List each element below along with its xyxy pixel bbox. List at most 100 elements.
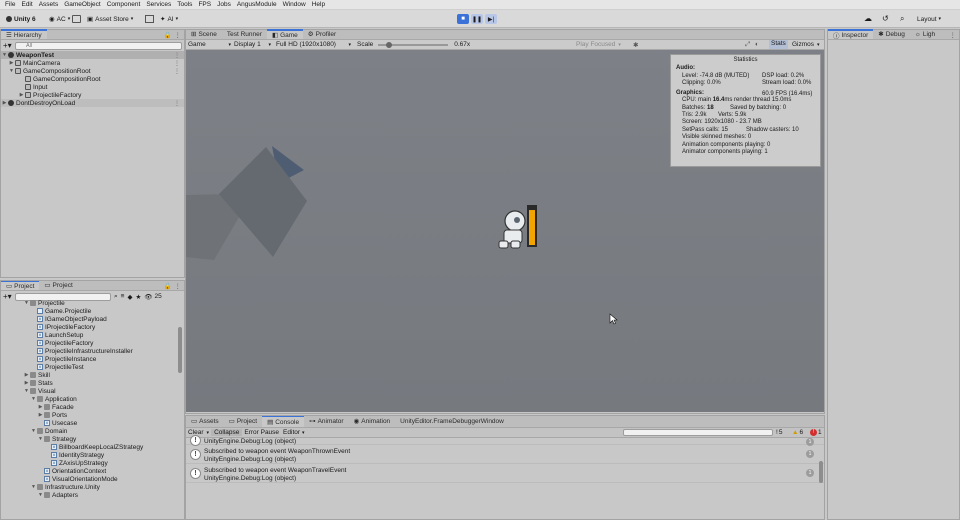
expand-icon[interactable]: ▶ [8,60,15,66]
tree-row-visual[interactable]: ▼ Visual [1,387,184,395]
tree-row-gamecompositionroot[interactable]: ▼ GameCompositionRoot ⋮ [1,67,184,75]
scale-slider-thumb[interactable] [385,41,392,48]
project-scrollbar[interactable] [178,327,182,373]
tab-project-2[interactable]: ▭ Project [39,281,77,290]
expand-icon[interactable]: ▶ [37,404,44,410]
expand-icon[interactable]: ▼ [23,300,30,306]
game-mode-dropdown[interactable]: Game ▾ [186,41,231,48]
tree-row-input[interactable]: Input [1,83,184,91]
scale-slider[interactable] [378,41,449,48]
expand-icon[interactable]: ▼ [30,484,37,490]
tree-row-file[interactable]: # IProjectileFactory [1,323,184,331]
menu-help[interactable]: Help [312,1,325,8]
expand-icon[interactable]: ▼ [37,436,44,442]
tree-row-application[interactable]: ▼ Application [1,395,184,403]
expand-icon[interactable]: ▶ [23,372,30,378]
tab-scene[interactable]: ⊞ Scene [186,29,222,39]
console-log-entry[interactable]: ! Subscribed to weapon event WeaponTrave… [186,464,824,483]
menu-angusmodule[interactable]: AngusModule [237,1,277,8]
tree-row-file[interactable]: # OrientationContext [1,467,184,475]
gizmos-dropdown[interactable]: Gizmos ▾ [792,40,820,49]
expand-icon[interactable]: ▶ [37,412,44,418]
tree-row-dontdestroyonload[interactable]: ▶ DontDestroyOnLoad ⋮ [1,99,184,107]
tree-row-file[interactable]: # BillboardKeepLocalZStrategy [1,443,184,451]
expand-icon[interactable]: ▶ [1,100,8,106]
tab-lighting[interactable]: ☼ Ligh [910,29,940,39]
tab-animation[interactable]: ◉ Animation [349,416,396,427]
add-icon[interactable]: +▾ [3,41,15,50]
tree-row-projectilefactory[interactable]: ▶ ProjectileFactory [1,91,184,99]
tab-frame-debugger[interactable]: UnityEditor.FrameDebuggerWindow [395,416,509,427]
more-icon[interactable]: ⋮ [950,31,957,39]
tree-row-domain[interactable]: ▼ Domain [1,427,184,435]
expand-icon[interactable]: ▶ [23,380,30,386]
tab-debug[interactable]: ✱ Debug [873,29,910,39]
menu-tools[interactable]: Tools [177,1,192,8]
menu-fps[interactable]: FPS [198,1,211,8]
display-dropdown[interactable]: Display 1 ▾ [231,41,271,48]
more-icon[interactable]: ⋮ [174,60,180,67]
account-button[interactable]: ◉ AC ▾ [46,13,73,25]
console-log-entry[interactable]: ! Subscribed to weapon event WeaponThrow… [186,445,824,464]
search-icon[interactable]: ⌕ [900,14,904,24]
more-icon[interactable]: ⋮ [174,52,180,59]
menu-services[interactable]: Services [146,1,171,8]
tab-profiler[interactable]: ⚙ Profiler [303,29,341,39]
tree-row-file[interactable]: # ProjectileTest [1,363,184,371]
tab-console[interactable]: ▤ Console [262,416,305,427]
tree-row-gamecompositionroot-child[interactable]: GameCompositionRoot [1,75,184,83]
stats-button[interactable]: Stats [769,40,788,49]
search-grid-icon[interactable] [145,15,154,23]
tree-row-facade[interactable]: ▶ Facade [1,403,184,411]
tab-hierarchy[interactable]: ☰ Hierarchy [1,29,47,39]
more-icon[interactable]: ⋮ [175,31,182,39]
tree-row-stats[interactable]: ▶ Stats [1,379,184,387]
tab-assets[interactable]: ▭ Assets [186,416,224,427]
tree-row-file[interactable]: # ZAxisUpStrategy [1,459,184,467]
tree-row-strategy[interactable]: ▼ Strategy [1,435,184,443]
tree-row-ports[interactable]: ▶ Ports [1,411,184,419]
maximize-icon[interactable]: ⤢ [745,41,750,49]
play-focused-dropdown[interactable]: Play Focused ▾ [576,41,621,48]
expand-icon[interactable]: ▼ [8,68,15,74]
tree-row-file[interactable]: # ProjectileInstance [1,355,184,363]
expand-icon[interactable]: ▶ [18,92,25,98]
tree-row-file[interactable]: # IdentityStrategy [1,451,184,459]
console-log-entry[interactable]: ! UnityEngine.Debug:Log (object) 1 [186,433,824,446]
ai-button[interactable]: ✦ AI ▾ [157,13,181,25]
menu-edit[interactable]: Edit [21,1,32,8]
tab-project[interactable]: ▭ Project [1,281,40,290]
tree-row-weapontest[interactable]: ▼ WeaponTest ⋮ [1,51,184,59]
tree-row-file[interactable]: # VisualOrientationMode [1,475,184,483]
tree-row-file[interactable]: Game.Projectile [1,307,184,315]
layout-dropdown[interactable]: Layout ▾ [914,13,944,25]
play-button[interactable]: ■ [457,14,469,24]
console-scrollbar[interactable] [819,461,823,483]
menu-assets[interactable]: Assets [39,1,59,8]
tree-row-file[interactable]: # ProjectileFactory [1,339,184,347]
hierarchy-search-input[interactable] [15,41,182,50]
menu-jobs[interactable]: Jobs [217,1,231,8]
tree-row-file[interactable]: # ProjectileInfrastructureInstaller [1,347,184,355]
expand-icon[interactable]: ▼ [37,492,44,498]
tree-row-file[interactable]: # IGameObjectPayload [1,315,184,323]
resolution-dropdown[interactable]: Full HD (1920x1080) ▾ [271,41,351,48]
menu-gameobject[interactable]: GameObject [64,1,101,8]
tab-inspector[interactable]: ⓘ Inspector [828,29,874,40]
expand-icon[interactable]: ▼ [23,388,30,394]
more-icon[interactable]: ⋮ [174,100,180,107]
tab-animator[interactable]: ⊶ Animator [304,416,349,427]
history-icon[interactable]: ↺ [882,14,889,23]
tab-game[interactable]: ◧ Game [266,29,303,39]
step-button[interactable]: ▶| [485,14,497,24]
lock-icon[interactable]: 🔒 [164,31,172,39]
audio-icon[interactable]: ◐ [755,41,759,48]
more-icon[interactable]: ⋮ [175,282,182,290]
unity-version-button[interactable]: Unity 6 [3,13,39,25]
menu-window[interactable]: Window [283,1,306,8]
menu-component[interactable]: Component [107,1,141,8]
expand-icon[interactable]: ▼ [30,396,37,402]
tree-row-adapters[interactable]: ▼ Adapters [1,491,184,499]
tab-project-bottom[interactable]: ▭ Project [224,416,262,427]
expand-icon[interactable]: ▼ [1,52,8,58]
